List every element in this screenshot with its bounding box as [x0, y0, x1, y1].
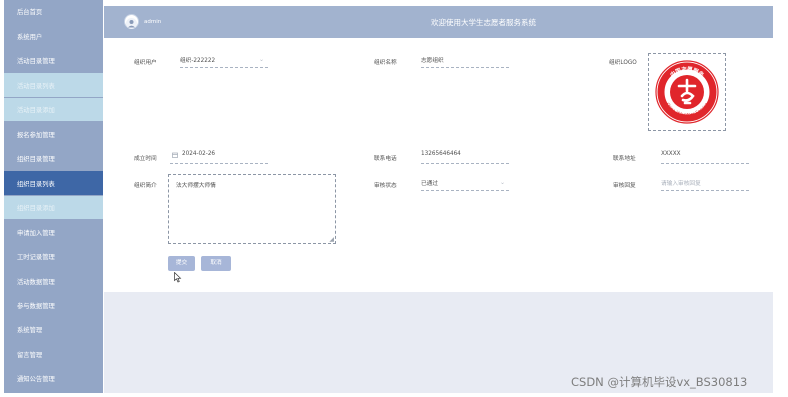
sidebar-item-activity-management[interactable]: 活动目录管理: [4, 48, 103, 73]
sidebar-item-announcements[interactable]: 通知公告管理: [4, 367, 103, 391]
org-name-field[interactable]: 志愿组织: [421, 55, 509, 68]
sidebar-item-activity-data[interactable]: 活动数据管理: [4, 269, 103, 293]
org-user-label: 组织用户: [134, 60, 157, 66]
org-user-select[interactable]: 组织-222222 ⌄: [180, 55, 268, 68]
intro-label: 组织简介: [134, 183, 157, 189]
audit-reply-label: 审核回复: [613, 183, 636, 189]
sidebar-item-activity-add[interactable]: 活动目录添加: [4, 97, 103, 122]
calendar-icon: [172, 152, 178, 158]
sidebar-item-registration-management[interactable]: 报名参加管理: [4, 122, 103, 146]
intro-value: 法大师摆大师情: [176, 183, 216, 189]
sidebar-item-work-hours[interactable]: 工时记录管理: [4, 244, 103, 269]
address-field[interactable]: XXXXX: [661, 151, 749, 164]
phone-field[interactable]: 13265646464: [421, 151, 509, 164]
audit-status-label: 审核状态: [374, 183, 397, 189]
chevron-down-icon: ⌄: [499, 179, 505, 186]
mouse-cursor-icon: [174, 272, 182, 283]
sidebar-item-system-users[interactable]: 系统用户: [4, 24, 103, 48]
found-date-label: 成立时间: [134, 156, 157, 162]
resize-handle-icon[interactable]: ◢: [329, 236, 334, 243]
sidebar-item-organization-management[interactable]: 组织目录管理: [4, 146, 103, 171]
org-logo-label: 组织LOGO: [609, 60, 637, 66]
sidebar-item-activity-list[interactable]: 活动目录列表: [4, 73, 103, 97]
sidebar-item-organization-list[interactable]: 组织目录列表: [4, 171, 103, 195]
audit-status-select[interactable]: 已通过 ⌄: [421, 178, 509, 191]
sidebar-item-system-management[interactable]: 系统管理: [4, 318, 103, 342]
intro-textarea[interactable]: 法大师摆大师情 ◢: [168, 174, 336, 244]
cancel-button[interactable]: 取消: [201, 256, 231, 271]
found-date-picker[interactable]: 2024-02-26: [170, 151, 268, 164]
top-bar: admin 欢迎使用大学生志愿者服务系统: [104, 6, 773, 38]
sidebar: 后台首页 系统用户 活动目录管理 活动目录列表 活动目录添加 报名参加管理 组织…: [4, 0, 103, 393]
found-date-value: 2024-02-26: [182, 151, 216, 157]
submit-button[interactable]: 提交: [168, 256, 195, 271]
org-user-value: 组织-222222: [180, 58, 216, 64]
sidebar-item-home[interactable]: 后台首页: [4, 0, 103, 24]
logo-upload[interactable]: 中国志愿服务 China Volunteer Service: [648, 53, 726, 131]
sidebar-item-organization-add[interactable]: 组织目录添加: [4, 195, 103, 220]
phone-label: 联系电话: [374, 156, 397, 162]
address-label: 联系地址: [613, 156, 636, 162]
watermark: CSDN @计算机毕设vx_BS30813: [571, 375, 748, 389]
audit-status-value: 已通过: [421, 181, 439, 187]
chevron-down-icon: ⌄: [258, 56, 264, 63]
org-name-label: 组织名称: [374, 60, 397, 66]
sidebar-item-participation-data[interactable]: 参与数据管理: [4, 293, 103, 318]
sidebar-item-join-requests[interactable]: 申请加入管理: [4, 220, 103, 244]
volunteer-logo: 中国志愿服务 China Volunteer Service: [655, 60, 719, 124]
sidebar-item-messages[interactable]: 留言管理: [4, 342, 103, 367]
system-title: 欢迎使用大学生志愿者服务系统: [431, 18, 536, 27]
audit-reply-field[interactable]: 请输入审核回复: [661, 178, 749, 191]
